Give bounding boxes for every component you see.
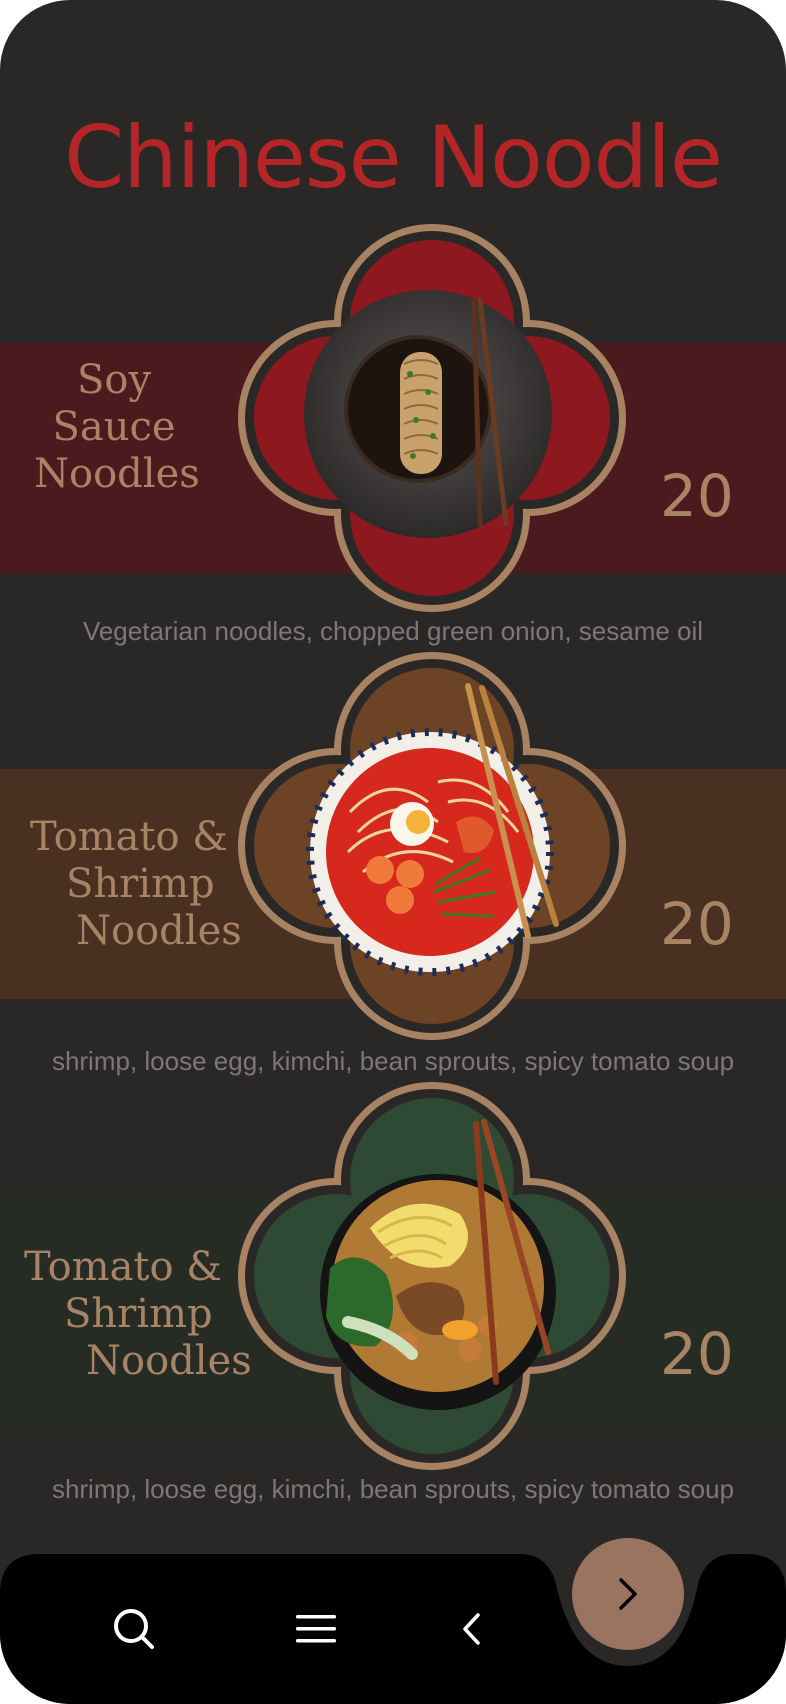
next-button[interactable] — [572, 1538, 684, 1650]
menu-item-description: shrimp, loose egg, kimchi, bean sprouts,… — [51, 1046, 735, 1076]
menu-item-price: 20 — [660, 890, 734, 958]
menu-item-description: Vegetarian noodles, chopped green onion,… — [82, 616, 704, 646]
menu-item-name: Tomato & Shrimp Noodles — [30, 814, 242, 954]
menu-item-price: 20 — [660, 462, 734, 530]
tomato-shrimp-noodles-image[interactable] — [238, 652, 626, 1040]
chevron-left-icon — [463, 1613, 480, 1645]
hamburger-menu-icon — [296, 1615, 336, 1643]
chevron-right-icon — [619, 1578, 637, 1610]
page-title: Chinese Noodle — [64, 108, 723, 208]
back-button[interactable] — [452, 1604, 492, 1654]
search-icon — [114, 1609, 154, 1649]
menu-button[interactable] — [288, 1604, 344, 1654]
menu-item-name: Soy Sauce Noodles — [34, 357, 200, 497]
menu-item-name: Tomato & Shrimp Noodles — [24, 1244, 252, 1384]
app-screen: Chinese Noodle Soy Sauce Noodles 20 Vege… — [0, 0, 786, 1704]
braised-noodles-image[interactable] — [238, 1082, 626, 1470]
soy-sauce-noodles-image[interactable] — [238, 224, 626, 612]
menu-item-description: shrimp, loose egg, kimchi, bean sprouts,… — [51, 1474, 735, 1504]
search-button[interactable] — [104, 1604, 164, 1654]
menu-item-price: 20 — [660, 1320, 734, 1388]
